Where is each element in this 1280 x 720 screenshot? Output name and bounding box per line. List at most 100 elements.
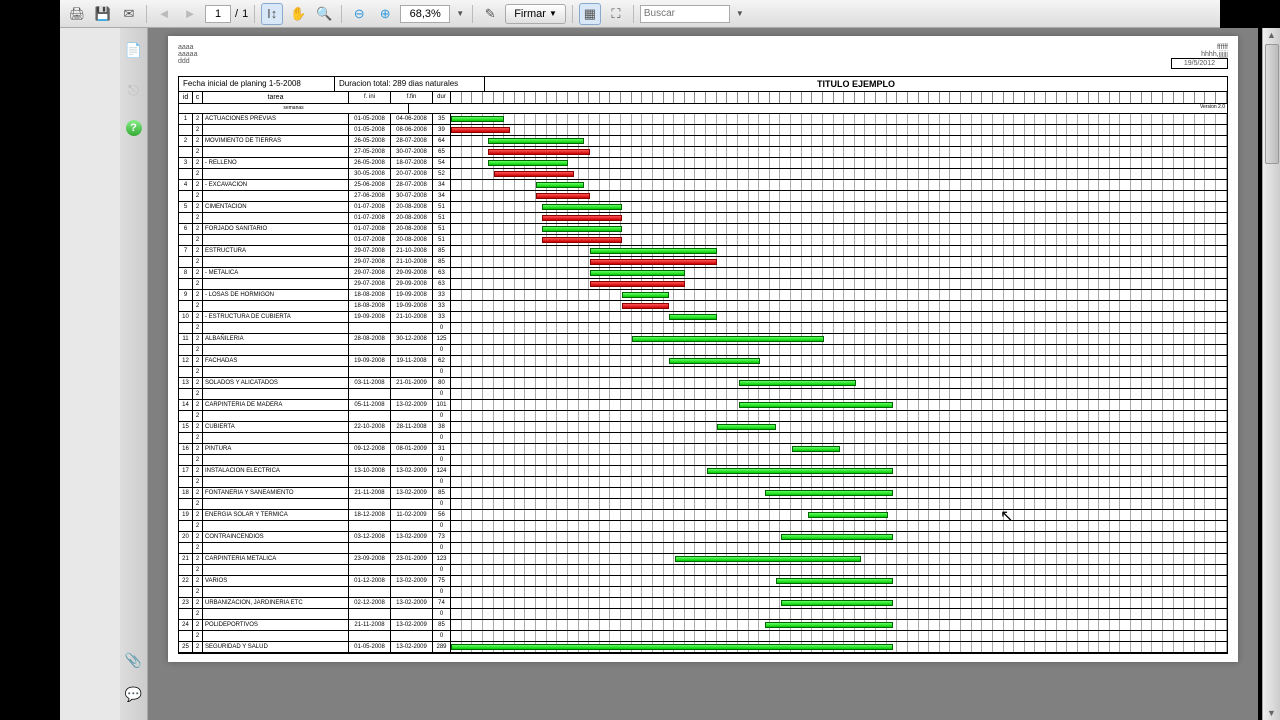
- timeline-header: [451, 92, 1227, 103]
- separator: [341, 5, 342, 23]
- gantt-row: 252SEGURIDAD Y SALUD01-05-200813-02-2009…: [179, 642, 1227, 653]
- gantt-bar: [717, 424, 776, 430]
- gantt-bar: [542, 215, 622, 221]
- gantt-row: 222VARIOS01-12-200813-02-200975: [179, 576, 1227, 587]
- date-stamp: 19/5/2012: [1171, 58, 1228, 69]
- search-dropdown-icon[interactable]: ▼: [734, 3, 746, 25]
- search-input[interactable]: [640, 5, 730, 23]
- pdf-page: aaaa aaaaa ddd ffffff hhhh,jjjjjj 19/5/2…: [168, 36, 1238, 662]
- zoom-in-icon[interactable]: ⊕: [374, 3, 396, 25]
- gantt-bar: [739, 402, 894, 408]
- attachments-icon[interactable]: 📎: [124, 650, 144, 670]
- gantt-row: 72ESTRUCTURA29-07-200821-10-200885: [179, 246, 1227, 257]
- save-icon[interactable]: 💾: [92, 3, 114, 25]
- gantt-row: 218-08-200819-09-200833: [179, 301, 1227, 312]
- col-task: tarea: [203, 92, 349, 103]
- gantt-bar: [739, 380, 856, 386]
- gantt-bar: [590, 248, 718, 254]
- gantt-bar: [542, 204, 622, 210]
- select-tool-icon[interactable]: I↕: [261, 3, 283, 25]
- gantt-bar: [451, 644, 893, 650]
- hdr-right-2: hhhh,jjjjjj: [1171, 51, 1228, 58]
- weeks-subheader: semanasVersion 2.0: [179, 104, 1227, 114]
- toolbar: 🖨 💾 ✉ ◄ ► / 1 I↕ ✋ 🔍 ⊖ ⊕ ▼ ✎ Firmar▼ ▦ ⛶…: [60, 0, 1220, 28]
- gantt-bar: [765, 490, 893, 496]
- gantt-row: 20: [179, 477, 1227, 488]
- gantt-bar: [669, 358, 760, 364]
- gantt-row: 20: [179, 455, 1227, 466]
- gantt-row: 202CONTRAINCENDIOS03-12-200813-02-200973: [179, 532, 1227, 543]
- gantt-row: 20: [179, 521, 1227, 532]
- bookmarks-panel-icon[interactable]: ⎋: [124, 80, 144, 100]
- comments-icon[interactable]: 💬: [124, 684, 144, 704]
- gantt-bar: [536, 182, 584, 188]
- scrollbar-thumb[interactable]: [1265, 44, 1279, 164]
- gantt-row: 92- LOSAS DE HORMIGON18-08-200819-09-200…: [179, 290, 1227, 301]
- help-icon[interactable]: ?: [126, 120, 142, 136]
- gantt-row: 152CUBIERTA22-10-200828-11-200838: [179, 422, 1227, 433]
- gantt-row: 20: [179, 609, 1227, 620]
- gantt-bar: [542, 226, 622, 232]
- gantt-row: 242POLIDEPORTIVOS21-11-200813-02-200985: [179, 620, 1227, 631]
- col-start: f. ini: [349, 92, 391, 103]
- zoom-input[interactable]: [400, 5, 450, 23]
- vertical-scrollbar[interactable]: [1262, 28, 1280, 720]
- duration-label: Duracion total: 289 dias naturales: [335, 77, 485, 91]
- gantt-chart: idctareaf. inif.findursemanasVersion 2.0…: [178, 92, 1228, 654]
- gantt-row: 12ACTUACIONES PREVIAS01-05-200804-06-200…: [179, 114, 1227, 125]
- gantt-bar: [776, 578, 893, 584]
- next-page-icon[interactable]: ►: [179, 3, 201, 25]
- gantt-row: 232URBANIZACION, JARDINERIA ETC02-12-200…: [179, 598, 1227, 609]
- gantt-bar: [632, 336, 824, 342]
- zoom-dropdown-icon[interactable]: ▼: [454, 3, 466, 25]
- gantt-bar: [488, 138, 584, 144]
- gantt-row: 192ENERGIA SOLAR Y TERMICA18-12-200811-0…: [179, 510, 1227, 521]
- zoom-out-icon[interactable]: ⊖: [348, 3, 370, 25]
- page-separator: /: [235, 8, 238, 20]
- title-bar: Fecha inicial de planing 1-5-2008 Duraci…: [178, 76, 1228, 92]
- separator: [146, 5, 147, 23]
- gantt-row: 20: [179, 499, 1227, 510]
- print-icon[interactable]: 🖨: [66, 3, 88, 25]
- video-letterbox-left: [0, 0, 60, 720]
- hdr-left-1: aaaa: [178, 44, 197, 51]
- gantt-bar: [451, 127, 510, 133]
- gantt-row: 227-06-200830-07-200834: [179, 191, 1227, 202]
- gantt-bar: [808, 512, 888, 518]
- pages-panel-icon[interactable]: 📄: [124, 40, 144, 60]
- prev-page-icon[interactable]: ◄: [153, 3, 175, 25]
- separator: [254, 5, 255, 23]
- layout-tool-icon[interactable]: ▦: [579, 3, 601, 25]
- page-header: aaaa aaaaa ddd ffffff hhhh,jjjjjj 19/5/2…: [178, 44, 1228, 72]
- email-icon[interactable]: ✉: [118, 3, 140, 25]
- gantt-row: 82- METALICA29-07-200829-09-200863: [179, 268, 1227, 279]
- pencil-icon[interactable]: ✎: [479, 3, 501, 25]
- gantt-row: 201-07-200820-08-200851: [179, 235, 1227, 246]
- expand-icon[interactable]: ⛶: [605, 3, 627, 25]
- page-number-input[interactable]: [205, 5, 231, 23]
- gantt-column-header: idctareaf. inif.findur: [179, 92, 1227, 104]
- gantt-bar: [590, 281, 686, 287]
- hand-tool-icon[interactable]: ✋: [287, 3, 309, 25]
- gantt-row: 32- RELLENO26-05-200818-07-200854: [179, 158, 1227, 169]
- gantt-row: 212CARPINTERIA METALICA23-09-200823-01-2…: [179, 554, 1227, 565]
- col-end: f.fin: [391, 92, 433, 103]
- gantt-bar: [488, 160, 568, 166]
- col-dur: dur: [433, 92, 451, 103]
- gantt-row: 229-07-200829-09-200863: [179, 279, 1227, 290]
- gantt-bar: [792, 446, 840, 452]
- document-area[interactable]: aaaa aaaaa ddd ffffff hhhh,jjjjjj 19/5/2…: [148, 28, 1258, 720]
- zoom-tool-icon[interactable]: 🔍: [313, 3, 335, 25]
- gantt-bar: [488, 149, 589, 155]
- hdr-left-3: ddd: [178, 58, 197, 65]
- gantt-row: 42- EXCAVACION25-06-200828-07-200834: [179, 180, 1227, 191]
- gantt-bar: [494, 171, 574, 177]
- gantt-bar: [669, 314, 717, 320]
- sign-button[interactable]: Firmar▼: [505, 4, 566, 24]
- hdr-right-1: ffffff: [1171, 44, 1228, 51]
- gantt-bar: [765, 622, 893, 628]
- gantt-row: 62FORJADO SANITARIO01-07-200820-08-20085…: [179, 224, 1227, 235]
- gantt-row: 20: [179, 543, 1227, 554]
- gantt-row: 229-07-200821-10-200885: [179, 257, 1227, 268]
- gantt-row: 20: [179, 323, 1227, 334]
